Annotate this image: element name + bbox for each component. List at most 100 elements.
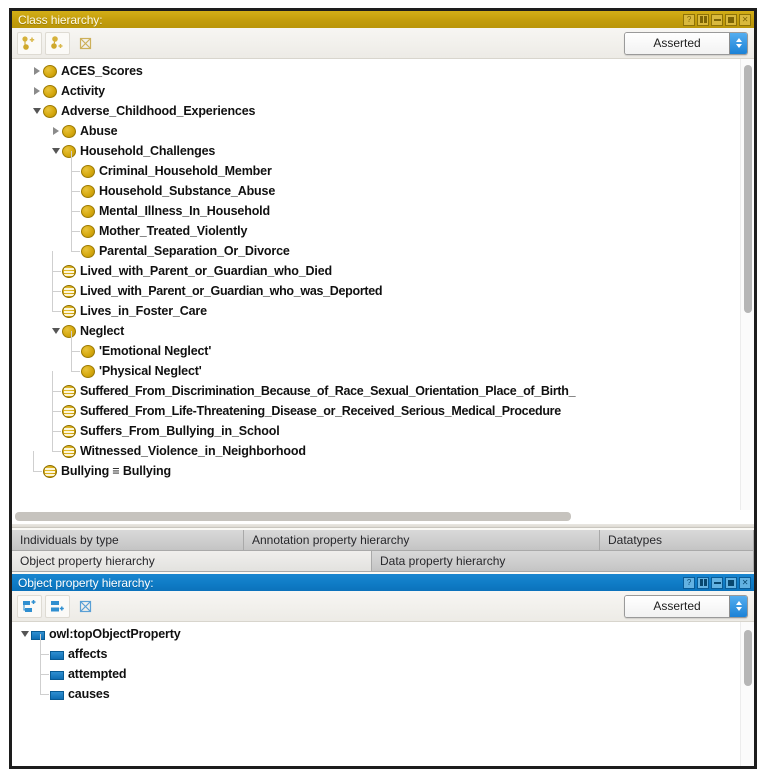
disclosure-triangle-right-icon[interactable] (49, 121, 62, 141)
disclosure-triangle-down-icon[interactable] (30, 101, 43, 121)
split-icon[interactable] (697, 576, 709, 589)
tree-row[interactable]: 'Physical Neglect' (12, 351, 740, 381)
class-panel-window-buttons: ? ✕ (683, 13, 751, 26)
disclosure-triangle-right-icon[interactable] (30, 81, 43, 101)
object-property-toolbar: Asserted (12, 591, 754, 622)
delete-property-button[interactable] (73, 595, 98, 618)
tab-object-property-hierarchy[interactable]: Object property hierarchy (12, 551, 372, 572)
property-view-mode-combo[interactable]: Asserted (624, 594, 748, 618)
tree-row[interactable]: Activity (12, 81, 740, 101)
tree-row[interactable]: Suffered_From_Life-Threatening_Disease_o… (12, 391, 740, 421)
tree-item-label: attempted (68, 667, 127, 681)
panel-splitter[interactable] (12, 523, 754, 528)
tree-row[interactable]: Mother_Treated_Violently (12, 211, 740, 241)
class-tree-horizontal-scrollbar[interactable] (12, 510, 754, 523)
tree-item-label: Mother_Treated_Violently (99, 224, 248, 238)
tree-row[interactable]: Household_Challenges (12, 141, 740, 161)
tree-item-label: owl:topObjectProperty (49, 627, 181, 641)
object-property-tree[interactable]: owl:topObjectProperty affects attempted cau… (12, 622, 754, 766)
tree-row[interactable]: Witnessed_Violence_in_Neighborhood (12, 431, 740, 461)
disclosure-triangle-down-icon[interactable] (49, 141, 62, 161)
tab-bar: Individuals by type Annotation property h… (12, 530, 754, 572)
tree-row[interactable]: attempted (12, 654, 740, 684)
close-icon[interactable]: ✕ (739, 576, 751, 589)
tab-data-property-hierarchy[interactable]: Data property hierarchy (372, 551, 754, 572)
tab-label: Annotation property hierarchy (252, 533, 410, 547)
tree-item-label: Suffered_From_Discrimination_Because_of_… (80, 384, 576, 398)
close-icon[interactable]: ✕ (739, 13, 751, 26)
property-tree-vscroll-thumb[interactable] (744, 630, 752, 686)
object-property-title: Object property hierarchy: (18, 575, 154, 590)
minimize-icon[interactable] (711, 576, 723, 589)
tree-item-label: Household_Challenges (80, 144, 216, 158)
help-icon[interactable]: ? (683, 13, 695, 26)
tree-row[interactable]: Lived_with_Parent_or_Guardian_who_was_De… (12, 271, 740, 301)
tree-connector (49, 371, 62, 401)
tree-item-label: 'Emotional Neglect' (99, 344, 212, 358)
class-view-mode-combo[interactable]: Asserted (624, 31, 748, 55)
class-view-mode-stepper[interactable] (729, 32, 747, 54)
tree-row[interactable]: Criminal_Household_Member (12, 151, 740, 181)
tab-individuals-by-type[interactable]: Individuals by type (12, 530, 244, 551)
split-icon[interactable] (697, 13, 709, 26)
tree-item-label: Neglect (80, 324, 125, 338)
disclosure-triangle-down-icon[interactable] (49, 321, 62, 341)
owl-defined-class-icon (43, 464, 57, 478)
add-sub-property-button[interactable] (17, 594, 42, 618)
disclosure-triangle-down-icon[interactable] (18, 624, 31, 644)
property-view-mode-stepper[interactable] (729, 595, 747, 617)
property-tree-rows: owl:topObjectProperty affects attempted cau… (12, 624, 740, 704)
tree-item-label: causes (68, 687, 110, 701)
object-property-panel: Object property hierarchy: ? ✕ Asserted … (12, 574, 754, 766)
owl-class-icon (43, 64, 57, 78)
tree-item-label: 'Physical Neglect' (99, 364, 202, 378)
class-hierarchy-panel: Class hierarchy: ? ✕ Asserted ACES_Score… (12, 11, 754, 523)
tree-connector (49, 291, 62, 321)
owl-defined-class-icon (62, 384, 76, 398)
tree-row[interactable]: Household_Substance_Abuse (12, 171, 740, 201)
tree-item-label: Mental_Illness_In_Household (99, 204, 270, 218)
tree-row[interactable]: owl:topObjectProperty (12, 624, 740, 644)
tab-datatypes[interactable]: Datatypes (600, 530, 754, 551)
tree-row[interactable]: Bullying ≡ Bullying (12, 451, 740, 481)
class-hierarchy-tree[interactable]: ACES_Scores Activity Adverse_Childhood_Exp… (12, 59, 754, 523)
delete-class-button[interactable] (73, 32, 98, 55)
tree-item-label: Adverse_Childhood_Experiences (61, 104, 256, 118)
tree-connector (68, 171, 81, 201)
tree-row[interactable]: ACES_Scores (12, 61, 740, 81)
owl-class-icon (81, 224, 95, 238)
tree-row[interactable]: Adverse_Childhood_Experiences (12, 101, 740, 121)
minimize-icon[interactable] (711, 13, 723, 26)
maximize-icon[interactable] (725, 576, 737, 589)
tree-row[interactable]: 'Emotional Neglect' (12, 331, 740, 361)
tree-row[interactable]: Suffered_From_Discrimination_Because_of_… (12, 371, 740, 401)
class-tree-vscroll-thumb[interactable] (744, 65, 752, 313)
class-tree-vertical-scrollbar[interactable] (740, 59, 754, 523)
maximize-icon[interactable] (725, 13, 737, 26)
add-sibling-class-button[interactable] (45, 31, 70, 55)
owl-defined-class-icon (62, 304, 76, 318)
class-tree-rows: ACES_Scores Activity Adverse_Childhood_Exp… (12, 61, 740, 481)
chevron-up-icon (735, 38, 742, 42)
tree-row[interactable]: Lives_in_Foster_Care (12, 291, 740, 321)
add-subclass-button[interactable] (17, 31, 42, 55)
tree-row[interactable]: Abuse (12, 121, 740, 141)
tree-item-label: ACES_Scores (61, 64, 143, 78)
help-icon[interactable]: ? (683, 576, 695, 589)
tree-row[interactable]: Mental_Illness_In_Household (12, 191, 740, 221)
tree-row[interactable]: Parental_Separation_Or_Divorce (12, 231, 740, 261)
owl-defined-class-icon (62, 404, 76, 418)
owl-class-icon (81, 204, 95, 218)
tree-row[interactable]: Suffers_From_Bullying_in_School (12, 411, 740, 441)
tree-row[interactable]: Neglect (12, 321, 740, 341)
class-tree-hscroll-thumb[interactable] (15, 512, 571, 521)
add-sibling-property-button[interactable] (45, 594, 70, 618)
disclosure-triangle-right-icon[interactable] (30, 61, 43, 81)
tree-row[interactable]: Lived_with_Parent_or_Guardian_who_Died (12, 251, 740, 281)
property-tree-vertical-scrollbar[interactable] (740, 622, 754, 766)
tree-connector (37, 634, 50, 664)
owl-object-property-icon (31, 631, 45, 640)
tree-row[interactable]: affects (12, 634, 740, 664)
tree-row[interactable]: causes (12, 674, 740, 704)
tab-annotation-property-hierarchy[interactable]: Annotation property hierarchy (244, 530, 600, 551)
